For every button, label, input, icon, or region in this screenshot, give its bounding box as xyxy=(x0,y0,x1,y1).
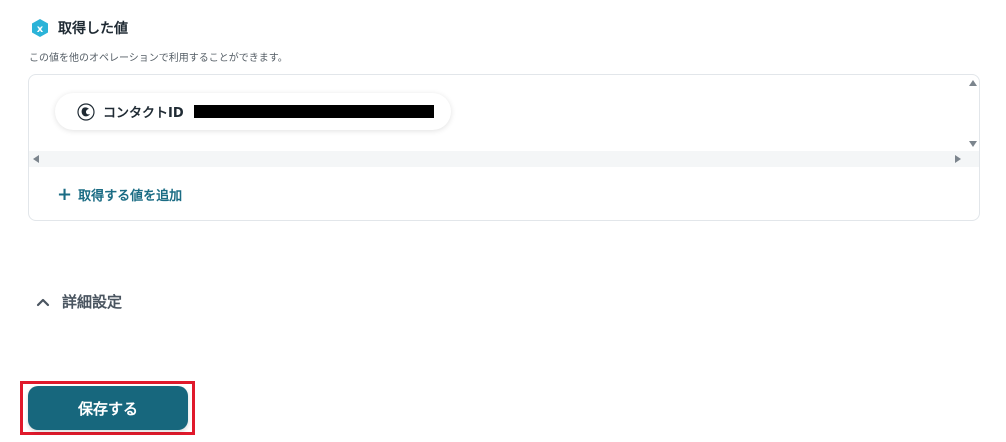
advanced-settings-label: 詳細設定 xyxy=(62,293,123,311)
advanced-settings-toggle[interactable]: 詳細設定 xyxy=(36,291,122,312)
scroll-up-arrow[interactable] xyxy=(969,80,977,86)
plus-icon: + xyxy=(57,183,73,205)
add-value-button[interactable]: + 取得する値を追加 xyxy=(57,185,182,204)
scroll-down-arrow[interactable] xyxy=(969,141,977,147)
section-description: この値を他のオペレーションで利用することができます。 xyxy=(29,53,288,64)
horizontal-scrollbar[interactable] xyxy=(29,151,979,167)
chevron-up-icon xyxy=(36,298,50,306)
scroll-right-arrow[interactable] xyxy=(955,155,961,163)
values-scroll-area[interactable]: コンタクトID xyxy=(29,75,979,167)
field-value-redacted xyxy=(193,105,434,118)
mailchimp-icon xyxy=(77,102,95,121)
add-value-label: 取得する値を追加 xyxy=(78,189,183,204)
svg-text:x: x xyxy=(37,24,44,35)
section-title: 取得した値 xyxy=(58,21,128,37)
field-label: コンタクトID xyxy=(103,106,184,121)
retrieved-values-panel: コンタクトID + 取得する値を追加 xyxy=(28,74,980,221)
save-button[interactable]: 保存する xyxy=(28,386,188,430)
scroll-left-arrow[interactable] xyxy=(33,155,39,163)
section-header: x 取得した値 xyxy=(30,18,128,38)
hexagon-x-icon: x xyxy=(32,19,48,37)
field-chip-contact-id[interactable]: コンタクトID xyxy=(55,93,451,130)
